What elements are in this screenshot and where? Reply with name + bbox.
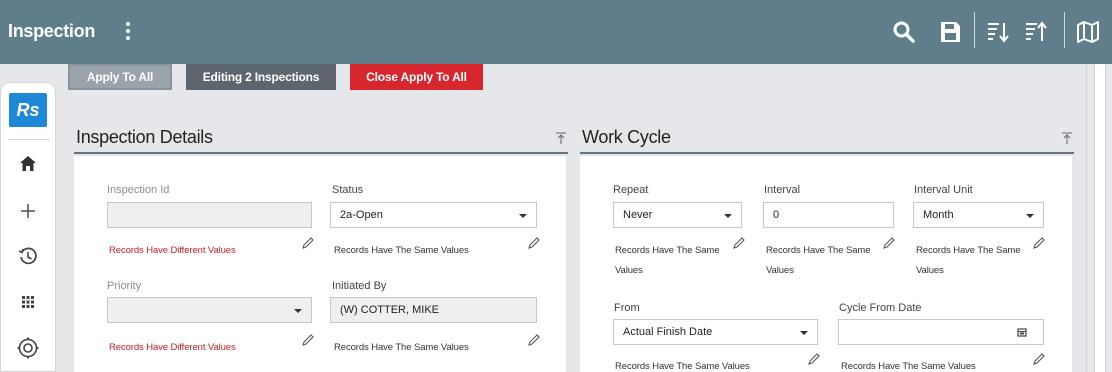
status-note: Records Have The Same Values — [334, 245, 469, 256]
status-value: 2a-Open — [340, 209, 383, 221]
interval-unit-value: Month — [923, 209, 954, 221]
interval-note-line1: Records Have The Same — [766, 245, 871, 256]
work-cycle-header: Work Cycle — [580, 120, 1074, 154]
toolbar-divider — [974, 12, 975, 48]
work-cycle-title: Work Cycle — [582, 127, 671, 147]
priority-label: Priority — [107, 280, 142, 292]
interval-input[interactable]: 0 — [763, 202, 894, 228]
cycle-from-date-input[interactable] — [838, 319, 1044, 345]
interval-unit-note-line1: Records Have The Same — [916, 245, 1021, 256]
interval-note-line2: Values — [766, 265, 794, 276]
interval-unit-select[interactable]: Month — [913, 202, 1044, 228]
app-header: Inspection — [0, 0, 1112, 64]
edit-pencil-icon[interactable] — [1032, 352, 1046, 366]
edit-pencil-icon[interactable] — [1032, 236, 1046, 250]
inspection-id-label: Inspection Id — [107, 184, 170, 196]
collapse-icon[interactable] — [1062, 132, 1072, 144]
search-icon[interactable] — [890, 18, 918, 46]
initiated-by-note: Records Have The Same Values — [334, 342, 469, 353]
initiated-by-field[interactable]: (W) COTTER, MIKE — [330, 297, 537, 323]
from-select[interactable]: Actual Finish Date — [613, 319, 818, 345]
settings-icon[interactable] — [15, 335, 41, 361]
chevron-down-icon — [519, 214, 527, 218]
edit-pencil-icon[interactable] — [527, 236, 541, 250]
work-cycle-panel: Repeat Never Records Have The Same Value… — [580, 156, 1072, 372]
interval-unit-note-line2: Values — [916, 265, 944, 276]
from-label: From — [614, 302, 640, 314]
cycle-from-date-label: Cycle From Date — [839, 302, 922, 314]
edit-pencil-icon[interactable] — [301, 333, 315, 347]
map-icon[interactable] — [1074, 18, 1102, 46]
close-apply-to-all-button[interactable]: Close Apply To All — [350, 64, 483, 90]
home-icon[interactable] — [15, 151, 41, 177]
edit-pencil-icon[interactable] — [807, 352, 821, 366]
repeat-note-line1: Records Have The Same — [615, 245, 720, 256]
collapse-icon[interactable] — [556, 132, 566, 144]
app-logo[interactable]: Rs — [9, 93, 47, 127]
from-value: Actual Finish Date — [623, 326, 713, 338]
inspection-id-field[interactable] — [107, 202, 312, 228]
calendar-icon[interactable] — [1017, 327, 1027, 337]
sort-ascending-icon[interactable] — [1022, 18, 1050, 46]
chevron-down-icon — [294, 309, 302, 313]
editing-inspections-button[interactable]: Editing 2 Inspections — [186, 64, 336, 90]
chevron-down-icon — [1026, 214, 1034, 218]
chevron-down-icon — [724, 214, 732, 218]
repeat-value: Never — [623, 209, 653, 221]
edit-pencil-icon[interactable] — [882, 236, 896, 250]
edit-pencil-icon[interactable] — [732, 236, 746, 250]
inspection-id-note: Records Have Different Values — [109, 245, 236, 256]
chevron-down-icon — [800, 331, 808, 335]
apps-grid-icon[interactable] — [15, 289, 41, 315]
initiated-by-label: Initiated By — [332, 280, 387, 292]
status-select[interactable]: 2a-Open — [330, 202, 537, 228]
history-icon[interactable] — [15, 243, 41, 269]
toolbar-divider — [1064, 12, 1065, 48]
cycle-from-date-note: Records Have The Same Values — [841, 361, 976, 372]
sort-descending-icon[interactable] — [984, 18, 1012, 46]
inspection-details-panel: Inspection Id Records Have Different Val… — [74, 156, 566, 372]
inspection-details-header: Inspection Details — [74, 120, 568, 154]
apply-to-all-button[interactable]: Apply To All — [68, 64, 172, 90]
vertical-scrollbar[interactable] — [1086, 64, 1112, 372]
from-note: Records Have The Same Values — [615, 361, 750, 372]
add-icon[interactable] — [15, 198, 41, 224]
priority-select[interactable] — [107, 297, 312, 323]
nav-divider — [8, 139, 50, 140]
kebab-menu-icon[interactable] — [124, 22, 132, 42]
edit-pencil-icon[interactable] — [301, 236, 315, 250]
priority-note: Records Have Different Values — [109, 342, 236, 353]
repeat-note-line2: Values — [615, 265, 643, 276]
inspection-details-title: Inspection Details — [76, 127, 213, 147]
repeat-select[interactable]: Never — [613, 202, 742, 228]
repeat-label: Repeat — [613, 184, 649, 196]
status-label: Status — [332, 184, 364, 196]
scrollbar-thumb[interactable] — [1094, 64, 1106, 372]
save-icon[interactable] — [936, 18, 964, 46]
interval-unit-label: Interval Unit — [914, 184, 973, 196]
edit-pencil-icon[interactable] — [527, 333, 541, 347]
interval-label: Interval — [764, 184, 801, 196]
left-navigation: Rs — [0, 82, 56, 372]
page-title: Inspection — [8, 21, 96, 41]
